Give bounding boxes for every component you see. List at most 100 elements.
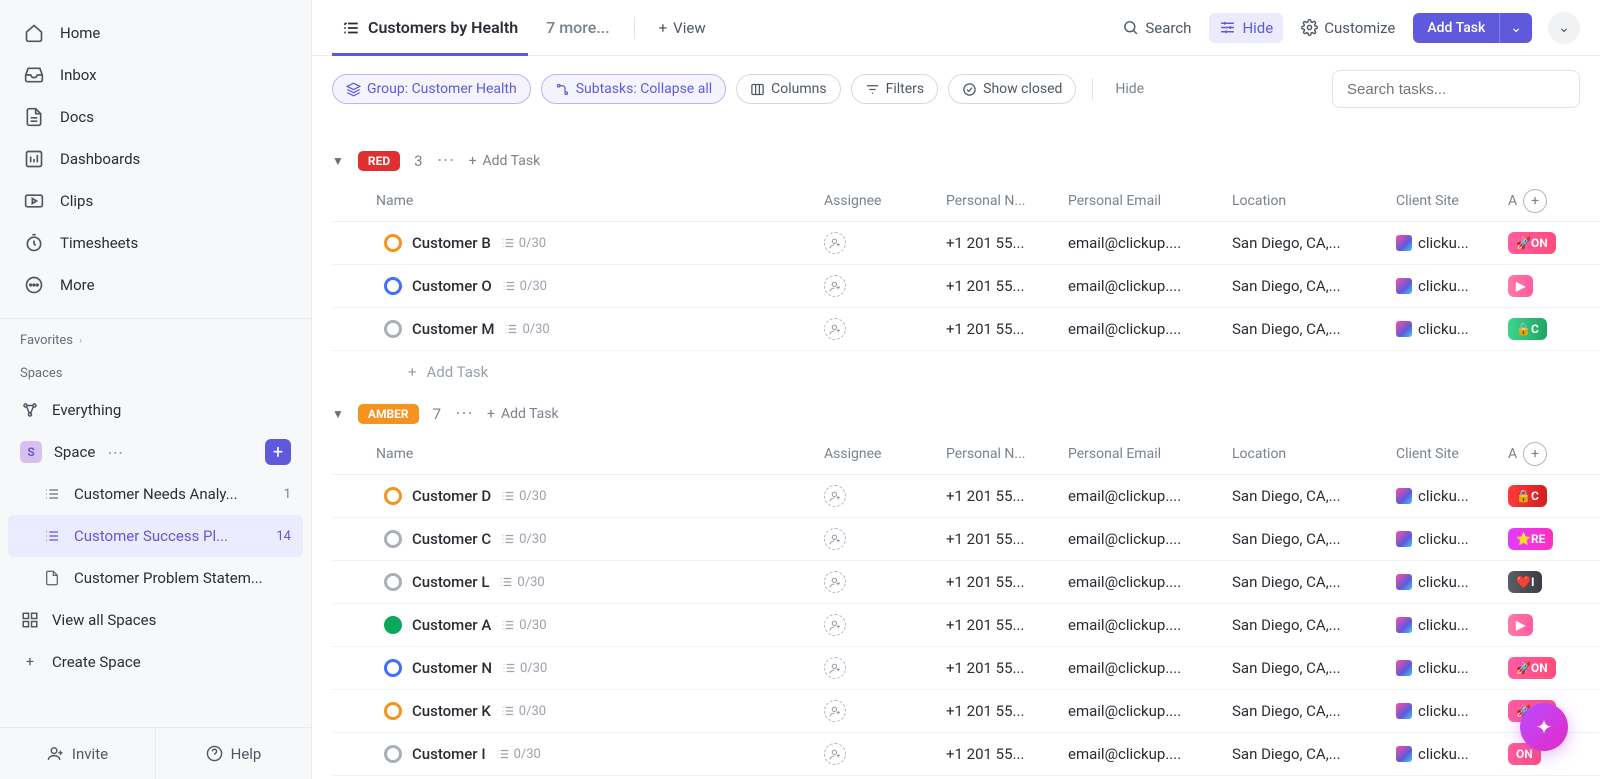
assignee-add-button[interactable] — [824, 571, 846, 593]
status-dot-icon[interactable] — [384, 616, 402, 634]
group-add-task[interactable]: + Add Task — [487, 406, 559, 422]
status-badge[interactable]: RED — [358, 151, 400, 171]
group-add-task[interactable]: + Add Task — [469, 153, 541, 169]
stage-tag[interactable]: ▶ — [1508, 275, 1533, 297]
assignee-add-button[interactable] — [824, 318, 846, 340]
status-badge[interactable]: AMBER — [358, 404, 419, 424]
stage-tag[interactable]: ❤️I — [1508, 571, 1542, 593]
stage-tag[interactable]: 🚀ON — [1508, 657, 1556, 679]
status-dot-icon[interactable] — [384, 745, 402, 763]
sidebar-item-clips[interactable]: Clips — [8, 180, 303, 222]
table-row[interactable]: Customer D 0/30 +1 201 55... email@click… — [332, 475, 1600, 518]
subtask-count[interactable]: 0/30 — [501, 236, 546, 251]
assignee-add-button[interactable] — [824, 657, 846, 679]
table-row[interactable]: Customer K 0/30 +1 201 55... email@click… — [332, 690, 1600, 733]
status-dot-icon[interactable] — [384, 234, 402, 252]
hide-button[interactable]: Hide — [1209, 13, 1283, 43]
table-row[interactable]: Customer I 0/30 +1 201 55... email@click… — [332, 733, 1600, 776]
assignee-add-button[interactable] — [824, 485, 846, 507]
table-row[interactable]: Customer C 0/30 +1 201 55... email@click… — [332, 518, 1600, 561]
assignee-add-button[interactable] — [824, 528, 846, 550]
subtask-count[interactable]: 0/30 — [502, 279, 547, 294]
assignee-add-button[interactable] — [824, 743, 846, 765]
add-button[interactable]: + — [265, 439, 291, 465]
favorites-header[interactable]: Favorites› — [0, 323, 311, 356]
sidebar-item-docs[interactable]: Docs — [8, 96, 303, 138]
sidebar-item-dashboards[interactable]: Dashboards — [8, 138, 303, 180]
status-dot-icon[interactable] — [384, 702, 402, 720]
subtask-count[interactable]: 0/30 — [496, 747, 541, 762]
more-icon[interactable]: ⋯ — [455, 403, 473, 424]
status-dot-icon[interactable] — [384, 573, 402, 591]
clickup-icon — [1396, 746, 1412, 762]
subtask-count[interactable]: 0/30 — [501, 704, 546, 719]
assignee-add-button[interactable] — [824, 275, 846, 297]
table-row[interactable]: Customer N 0/30 +1 201 55... email@click… — [332, 647, 1600, 690]
stage-tag[interactable]: ▶ — [1508, 614, 1533, 636]
add-column-button[interactable]: + — [1523, 442, 1547, 466]
sidebar-item-view-all-spaces[interactable]: View all Spaces — [8, 599, 303, 641]
status-dot-icon[interactable] — [384, 487, 402, 505]
chevron-down-icon[interactable]: ⌄ — [1499, 13, 1532, 43]
table-header: NameAssigneePersonal N...Personal EmailL… — [332, 181, 1600, 222]
assignee-add-button[interactable] — [824, 614, 846, 636]
status-dot-icon[interactable] — [384, 659, 402, 677]
subtasks-pill[interactable]: Subtasks: Collapse all — [541, 74, 726, 104]
search-tasks-input[interactable] — [1332, 70, 1580, 108]
add-view-button[interactable]: +View — [649, 13, 716, 43]
group-count: 3 — [414, 152, 422, 170]
stage-tag[interactable]: ⭐RE — [1508, 528, 1553, 550]
status-dot-icon[interactable] — [384, 277, 402, 295]
subtask-count[interactable]: 0/30 — [501, 618, 546, 633]
sidebar-item-more[interactable]: More — [8, 264, 303, 306]
more-icon[interactable]: ⋯ — [437, 150, 455, 171]
table-row[interactable]: Customer B 0/30 +1 201 55... email@click… — [332, 222, 1600, 265]
help-button[interactable]: Help — [155, 728, 311, 779]
invite-button[interactable]: Invite — [0, 728, 155, 779]
sidebar-item-timesheets[interactable]: Timesheets — [8, 222, 303, 264]
collapse-button[interactable]: ⌄ — [1548, 12, 1580, 44]
table-row[interactable]: Customer O 0/30 +1 201 55... email@click… — [332, 265, 1600, 308]
add-task-row[interactable]: + Add Task — [332, 351, 1600, 385]
list-item[interactable]: Customer Problem Statem... — [8, 557, 303, 599]
more-icon[interactable]: ⋯ — [107, 443, 124, 462]
hide-toggle[interactable]: Hide — [1109, 81, 1150, 97]
stage-tag[interactable]: 🔒C — [1508, 318, 1547, 340]
sidebar-item-create-space[interactable]: + Create Space — [8, 641, 303, 683]
table-row[interactable]: Customer L 0/30 +1 201 55... email@click… — [332, 561, 1600, 604]
sidebar-item-home[interactable]: Home — [8, 12, 303, 54]
add-column-button[interactable]: + — [1523, 189, 1547, 213]
show-closed-pill[interactable]: Show closed — [948, 74, 1076, 104]
group-by-pill[interactable]: Group: Customer Health — [332, 74, 531, 104]
filters-pill[interactable]: Filters — [851, 74, 939, 104]
sidebar-item-space[interactable]: S Space ⋯ + — [8, 431, 303, 473]
sidebar-item-inbox[interactable]: Inbox — [8, 54, 303, 96]
table-row[interactable]: Customer A 0/30 +1 201 55... email@click… — [332, 604, 1600, 647]
subtask-count[interactable]: 0/30 — [504, 322, 549, 337]
spaces-header[interactable]: Spaces — [0, 356, 311, 389]
assignee-add-button[interactable] — [824, 232, 846, 254]
customize-button[interactable]: Customize — [1291, 13, 1405, 43]
subtask-count[interactable]: 0/30 — [501, 489, 546, 504]
subtask-count[interactable]: 0/30 — [502, 661, 547, 676]
status-dot-icon[interactable] — [384, 530, 402, 548]
status-dot-icon[interactable] — [384, 320, 402, 338]
assignee-add-button[interactable] — [824, 700, 846, 722]
tab-more-views[interactable]: 7 more... — [536, 0, 620, 56]
add-task-button[interactable]: Add Task ⌄ — [1413, 13, 1532, 43]
stage-tag[interactable]: 🚀ON — [1508, 232, 1556, 254]
collapse-icon[interactable]: ▼ — [332, 407, 344, 421]
list-item[interactable]: Customer Needs Analy... 1 — [8, 473, 303, 515]
subtask-count[interactable]: 0/30 — [501, 532, 546, 547]
sidebar-item-everything[interactable]: Everything — [8, 389, 303, 431]
list-item[interactable]: Customer Success Pl... 14 — [8, 515, 303, 557]
columns-pill[interactable]: Columns — [736, 74, 840, 104]
ai-fab[interactable]: ✦ — [1520, 703, 1568, 751]
stage-tag[interactable]: 🔒C — [1508, 485, 1547, 507]
plus-icon: + — [487, 406, 495, 422]
collapse-icon[interactable]: ▼ — [332, 154, 344, 168]
table-row[interactable]: Customer M 0/30 +1 201 55... email@click… — [332, 308, 1600, 351]
search-button[interactable]: Search — [1112, 13, 1201, 43]
tab-customers-by-health[interactable]: Customers by Health — [332, 0, 528, 56]
subtask-count[interactable]: 0/30 — [499, 575, 544, 590]
